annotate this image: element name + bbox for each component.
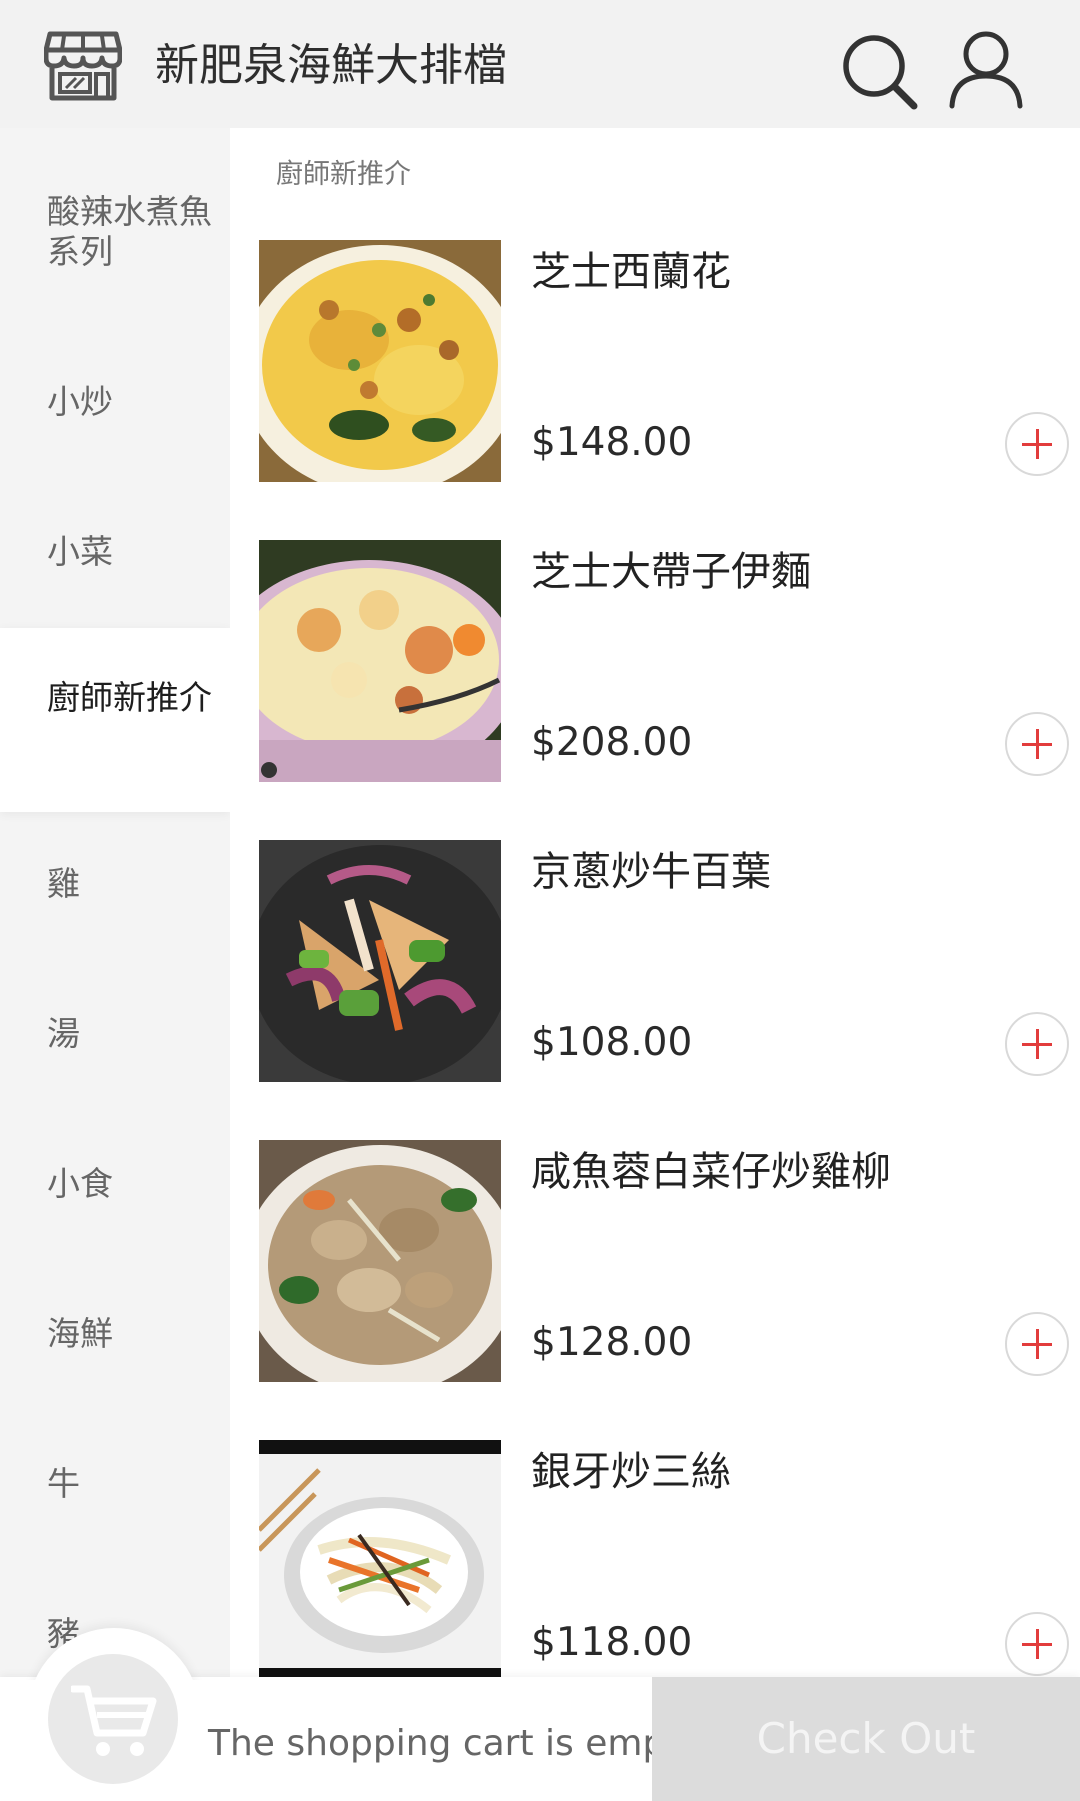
add-to-cart-button[interactable] — [1005, 1012, 1069, 1076]
cart-empty-text: The shopping cart is empty — [208, 1723, 701, 1764]
dish-image — [259, 540, 501, 782]
add-to-cart-button[interactable] — [1005, 712, 1069, 776]
sidebar-item-label: 小食 — [47, 1164, 113, 1203]
dish-image — [259, 240, 501, 482]
dish-name: 京蔥炒牛百葉 — [531, 849, 771, 895]
dish-name: 芝士西蘭花 — [531, 249, 731, 295]
dish-item[interactable]: 京蔥炒牛百葉 $108.00 — [259, 840, 1080, 1082]
checkout-button[interactable]: Check Out — [652, 1677, 1080, 1801]
dish-image — [259, 1440, 501, 1678]
add-to-cart-button[interactable] — [1005, 1312, 1069, 1376]
dish-price: $108.00 — [531, 1020, 693, 1065]
store-icon — [44, 31, 122, 101]
user-button[interactable] — [948, 30, 1024, 110]
user-icon — [949, 31, 1023, 109]
search-button[interactable] — [840, 32, 920, 112]
dish-image — [259, 1140, 501, 1382]
dish-name: 芝士大帶子伊麵 — [531, 549, 811, 595]
add-to-cart-button[interactable] — [1005, 412, 1069, 476]
sidebar-item-beef[interactable]: 牛 — [0, 1464, 230, 1504]
dish-price: $118.00 — [531, 1620, 693, 1665]
dish-item[interactable]: 芝士大帶子伊麵 $208.00 — [259, 540, 1080, 782]
dish-price: $208.00 — [531, 720, 693, 765]
app-title: 新肥泉海鮮大排檔 — [155, 40, 507, 91]
add-to-cart-button[interactable] — [1005, 1612, 1069, 1676]
sidebar-item-stir-fry[interactable]: 小炒 — [0, 382, 230, 422]
app-header: 新肥泉海鮮大排檔 — [0, 0, 1080, 128]
sidebar-item-snacks[interactable]: 小食 — [0, 1164, 230, 1204]
section-title: 廚師新推介 — [276, 159, 411, 190]
sidebar-item-label: 小菜 — [47, 532, 113, 571]
dish-item[interactable]: 咸魚蓉白菜仔炒雞柳 $128.00 — [259, 1140, 1080, 1382]
dish-image — [259, 840, 501, 1082]
dish-item[interactable]: 銀牙炒三絲 $118.00 — [259, 1440, 1080, 1678]
dish-name: 咸魚蓉白菜仔炒雞柳 — [531, 1149, 891, 1195]
sidebar-item-label: 雞 — [47, 864, 80, 903]
sidebar-item-label: 湯 — [47, 1014, 80, 1053]
sidebar-item-chicken[interactable]: 雞 — [0, 864, 230, 904]
dish-price: $128.00 — [531, 1320, 693, 1365]
sidebar-item-soup[interactable]: 湯 — [0, 1014, 230, 1054]
sidebar-item-seafood[interactable]: 海鮮 — [0, 1314, 230, 1354]
search-icon — [843, 35, 918, 110]
sidebar-item-sour-spicy-fish[interactable]: 酸辣水煮魚系列 — [0, 192, 230, 272]
sidebar-item-label: 廚師新推介 — [47, 678, 212, 717]
dish-price: $148.00 — [531, 420, 693, 465]
dish-name: 銀牙炒三絲 — [531, 1449, 731, 1495]
sidebar-item-label: 海鮮 — [47, 1314, 113, 1353]
cart-button[interactable] — [48, 1654, 178, 1784]
sidebar-item-label: 小炒 — [47, 382, 113, 421]
dish-item[interactable]: 芝士西蘭花 $148.00 — [259, 240, 1080, 482]
dish-list: 廚師新推介 芝士西蘭花 $148.00 芝士大帶子伊麵 $208.00 京蔥炒牛… — [230, 128, 1080, 1678]
cart-icon — [71, 1685, 157, 1756]
sidebar-item-chef-recommends[interactable]: 廚師新推介 — [0, 628, 230, 812]
sidebar-item-label: 牛 — [47, 1464, 80, 1503]
sidebar-item-side-dishes[interactable]: 小菜 — [0, 532, 230, 572]
sidebar-item-label: 酸辣水煮魚系列 — [47, 192, 212, 271]
category-sidebar: 酸辣水煮魚系列 小炒 小菜 廚師新推介 雞 湯 小食 海鮮 牛 豬 — [0, 128, 230, 1678]
